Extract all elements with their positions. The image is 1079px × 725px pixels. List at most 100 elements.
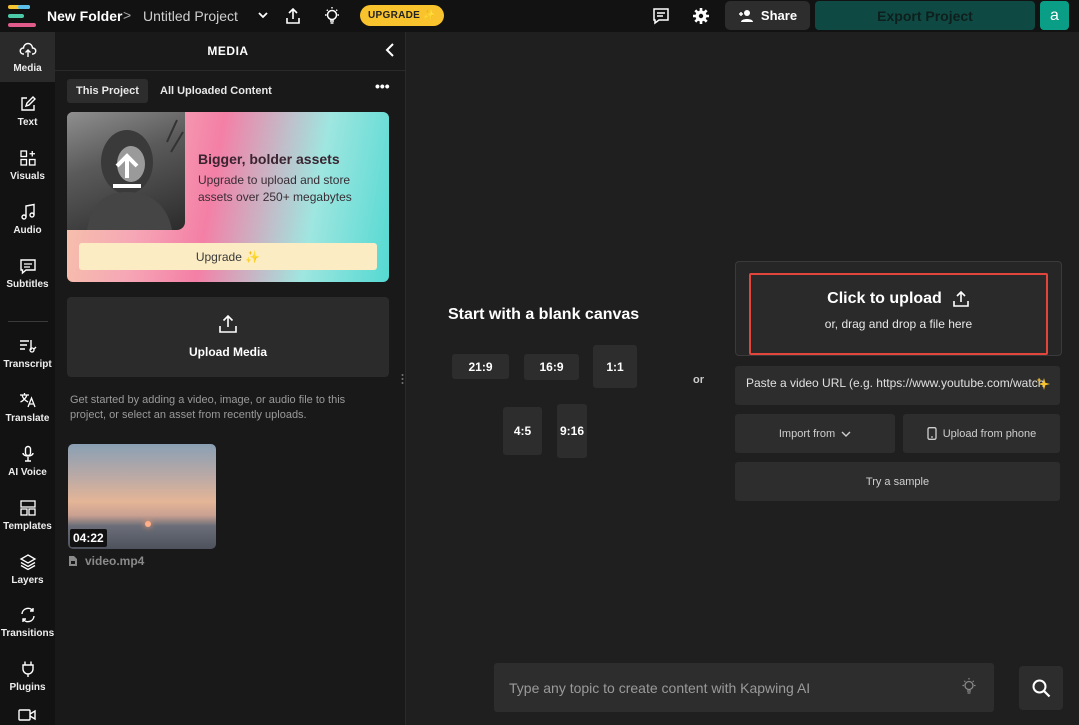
search-button[interactable]: [1019, 666, 1063, 710]
video-duration: 04:22: [70, 529, 107, 547]
layers-icon: [19, 553, 36, 570]
click-to-upload-area[interactable]: Click to upload or, drag and drop a file…: [749, 273, 1048, 355]
nav-item-transcript[interactable]: Transcript: [0, 328, 55, 378]
share-button[interactable]: Share: [725, 1, 810, 30]
video-camera-icon[interactable]: [18, 707, 36, 723]
ratio-9-16-button[interactable]: 9:16: [557, 404, 587, 458]
nav-label: Transcript: [3, 358, 52, 370]
asset-filename-row[interactable]: video.mp4: [68, 554, 144, 568]
share-label: Share: [760, 8, 798, 23]
captions-icon: [19, 258, 36, 275]
nav-label: Plugins: [9, 681, 46, 693]
asset-filename: video.mp4: [85, 554, 145, 568]
upload-media-label: Upload Media: [188, 345, 267, 359]
comments-icon[interactable]: [651, 6, 671, 26]
nav-item-translate[interactable]: Translate: [0, 382, 55, 432]
kapwing-logo[interactable]: [8, 5, 38, 27]
nav-label: AI Voice: [8, 466, 47, 478]
nav-label: Media: [13, 62, 42, 74]
breadcrumb-separator: >: [123, 7, 132, 23]
ratio-1-1-button[interactable]: 1:1: [593, 345, 637, 388]
nav-item-media[interactable]: Media: [0, 32, 55, 82]
nav-item-ai-voice[interactable]: AI Voice: [0, 436, 55, 486]
video-url-input[interactable]: Paste a video URL (e.g. https://www.yout…: [735, 366, 1060, 405]
breadcrumb-folder[interactable]: New Folder: [47, 8, 122, 24]
lightbulb-icon[interactable]: [322, 6, 342, 26]
music-note-icon: [20, 203, 35, 220]
nav-item-layers[interactable]: Layers: [0, 544, 55, 594]
shapes-icon: [19, 149, 36, 166]
panel-divider: [55, 70, 406, 71]
ratio-21-9-button[interactable]: 21:9: [452, 354, 509, 379]
nav-item-subtitles[interactable]: Subtitles: [0, 248, 55, 298]
avatar[interactable]: a: [1040, 1, 1069, 30]
upload-title: Click to upload: [827, 290, 942, 307]
nav-divider: [8, 321, 48, 322]
media-panel: MEDIA This Project All Uploaded Content …: [55, 32, 406, 725]
upload-icon: [953, 290, 969, 307]
upload-media-button[interactable]: Upload Media: [67, 297, 389, 377]
chevron-down-icon[interactable]: [256, 8, 270, 22]
kapwing-ai-input[interactable]: Type any topic to create content with Ka…: [494, 663, 994, 712]
microphone-icon: [21, 445, 34, 462]
blank-canvas-title: Start with a blank canvas: [448, 306, 640, 323]
nav-label: Transitions: [0, 627, 55, 639]
panel-resize-handle[interactable]: [401, 373, 404, 385]
nav-label: Layers: [11, 574, 44, 586]
lightbulb-icon[interactable]: [960, 677, 978, 695]
promo-upgrade-button[interactable]: Upgrade ✨: [79, 243, 377, 270]
nav-item-templates[interactable]: Templates: [0, 490, 55, 540]
upload-icon: [219, 314, 237, 333]
panel-title: MEDIA: [207, 44, 249, 58]
project-title[interactable]: Untitled Project: [143, 8, 238, 24]
upload-from-phone-label: Upload from phone: [942, 427, 1037, 440]
nav-label: Text: [17, 116, 38, 128]
tab-all-uploaded-content[interactable]: All Uploaded Content: [151, 79, 281, 103]
import-from-label: Import from: [778, 427, 836, 440]
sparkle-icon[interactable]: [1036, 377, 1050, 391]
chevron-left-icon[interactable]: [383, 42, 397, 58]
search-icon: [1032, 679, 1051, 698]
upload-title-row: Click to upload: [751, 290, 1046, 308]
transcript-icon: [19, 339, 36, 353]
upgrade-promo-card: Bigger, bolder assets Upgrade to upload …: [67, 112, 389, 282]
upload-dropzone[interactable]: Click to upload or, drag and drop a file…: [735, 261, 1062, 356]
upload-subtitle: or, drag and drop a file here: [824, 317, 973, 331]
nav-item-plugins[interactable]: Plugins: [0, 651, 55, 701]
left-navigation: Media Text Visuals Audio Subtitles Trans…: [0, 32, 55, 725]
upload-cloud-icon: [19, 42, 36, 57]
export-project-button[interactable]: Export Project: [815, 1, 1035, 30]
sun-glow: [145, 521, 151, 527]
or-divider-text: or: [693, 374, 704, 386]
chevron-down-icon: [841, 431, 851, 437]
panel-hint-text: Get started by adding a video, image, or…: [70, 394, 346, 421]
top-bar: New Folder > Untitled Project UPGRADE ✨ …: [0, 0, 1079, 32]
promo-title: Bigger, bolder assets: [198, 151, 340, 167]
upload-from-phone-button[interactable]: Upload from phone: [903, 414, 1060, 453]
upload-arrow-icon: [113, 153, 141, 188]
nav-label: Visuals: [10, 170, 45, 182]
grid-icon: [19, 499, 36, 516]
ratio-16-9-button[interactable]: 16:9: [524, 354, 579, 380]
share-upload-icon[interactable]: [283, 6, 303, 26]
nav-item-audio[interactable]: Audio: [0, 194, 55, 244]
file-icon: [69, 556, 77, 566]
more-options-icon[interactable]: •••: [375, 78, 390, 94]
upgrade-button[interactable]: UPGRADE ✨: [360, 5, 444, 26]
nav-label: Translate: [5, 412, 50, 424]
try-a-sample-button[interactable]: Try a sample: [735, 462, 1060, 501]
gear-icon[interactable]: [691, 6, 711, 26]
phone-icon: [927, 427, 937, 440]
nav-item-transitions[interactable]: Transitions: [0, 597, 55, 647]
import-from-button[interactable]: Import from: [735, 414, 895, 453]
pencil-square-icon: [20, 95, 36, 111]
ai-input-placeholder: Type any topic to create content with Ka…: [509, 680, 811, 696]
transitions-icon: [20, 607, 35, 622]
nav-item-visuals[interactable]: Visuals: [0, 140, 55, 190]
ratio-4-5-button[interactable]: 4:5: [503, 407, 542, 455]
nav-item-text[interactable]: Text: [0, 86, 55, 136]
add-person-icon: [738, 9, 753, 22]
nav-label: Subtitles: [6, 278, 49, 290]
tab-this-project[interactable]: This Project: [67, 79, 148, 103]
video-thumbnail[interactable]: 04:22: [68, 444, 216, 549]
